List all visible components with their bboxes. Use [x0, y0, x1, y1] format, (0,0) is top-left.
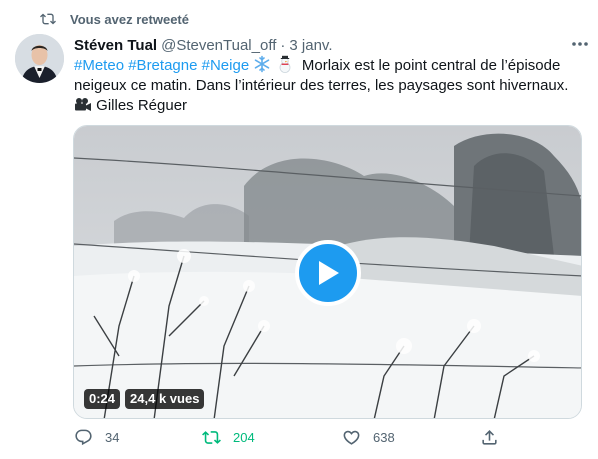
retweet-count: 204: [233, 430, 255, 445]
avatar-image: [15, 34, 64, 83]
hashtag-meteo[interactable]: #Meteo: [74, 57, 124, 74]
author-handle[interactable]: @StevenTual_off: [161, 37, 276, 54]
share-icon: [482, 430, 497, 445]
like-button[interactable]: 638: [342, 428, 395, 447]
share-button[interactable]: [480, 428, 499, 447]
reply-icon: [75, 429, 92, 446]
reply-button[interactable]: 34: [74, 428, 119, 447]
heart-icon: [343, 430, 360, 445]
retweet-icon: [202, 431, 221, 444]
separator-dot: ·: [280, 36, 286, 54]
like-count: 638: [373, 430, 395, 445]
hashtag-neige[interactable]: #Neige: [202, 57, 250, 74]
video-duration: 0:24: [84, 389, 121, 409]
tweet-actions: 34 204 638: [74, 428, 504, 450]
tweet-text-line1: Morlaix est le point central de l’épisod…: [301, 57, 561, 74]
tweet-date[interactable]: 3 janv.: [289, 37, 332, 54]
play-icon: [319, 261, 339, 285]
video-credit: Gilles Réguer: [96, 97, 188, 114]
author-name[interactable]: Stéven Tual: [74, 37, 157, 54]
retweet-button[interactable]: 204: [202, 428, 255, 447]
more-icon: [572, 42, 588, 46]
retweet-icon: [40, 13, 56, 25]
avatar[interactable]: [15, 34, 64, 83]
retweet-banner: Vous avez retweeté: [40, 10, 189, 28]
hashtag-bretagne[interactable]: #Bretagne: [128, 57, 197, 74]
reply-count: 34: [105, 430, 120, 445]
tweet-header: Stéven Tual @StevenTual_off · 3 janv.: [74, 35, 586, 55]
video-views: 24,4 k vues: [125, 389, 205, 409]
retweet-banner-text: Vous avez retweeté: [70, 11, 189, 27]
video-camera-icon: [75, 98, 91, 111]
more-options-button[interactable]: [570, 36, 590, 52]
video-player[interactable]: 0:24 24,4 k vues: [73, 125, 582, 419]
video-info: 0:24 24,4 k vues: [84, 389, 205, 409]
snowflake-icon: [255, 55, 270, 73]
snowman-icon: [279, 55, 290, 73]
tweet-text: #Meteo #Bretagne #Neige Morlaix est le p…: [74, 55, 589, 116]
tweet-text-line2: neigeux ce matin. Dans l’intérieur des t…: [74, 77, 569, 94]
play-button[interactable]: [295, 240, 361, 306]
